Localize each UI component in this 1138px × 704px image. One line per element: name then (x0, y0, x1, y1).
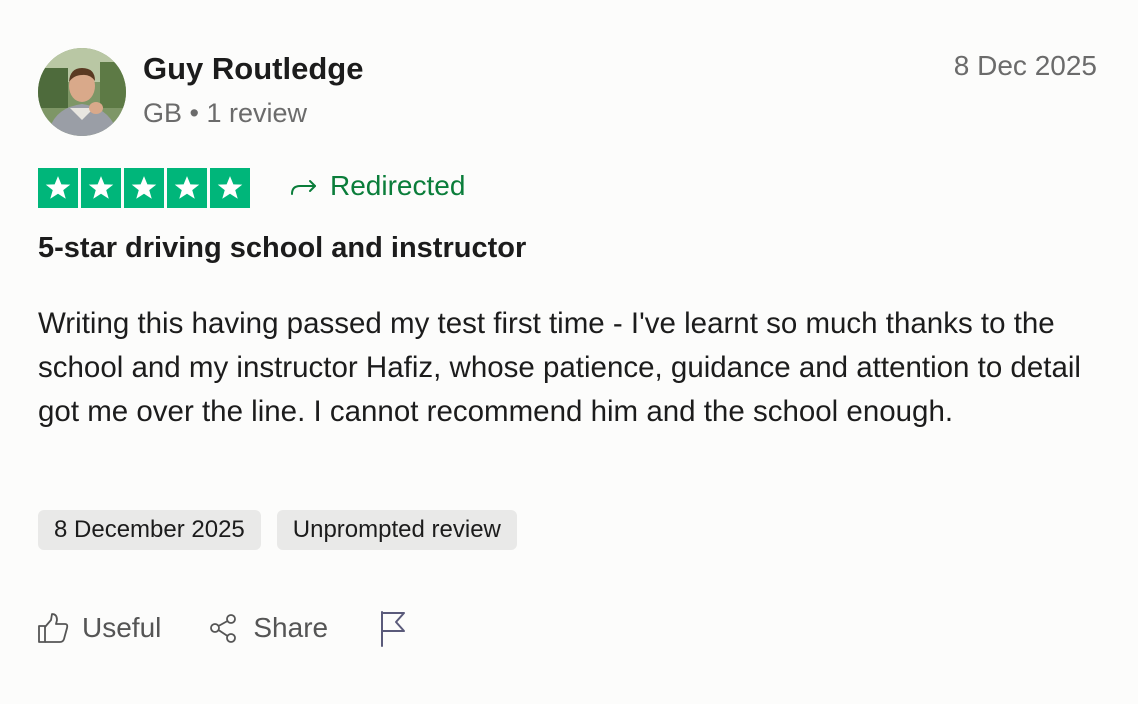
star-rating (38, 168, 250, 208)
star-icon (174, 176, 200, 199)
share-button[interactable]: Share (207, 611, 328, 645)
redirected-label: Redirected (330, 170, 466, 201)
star-icon (131, 176, 157, 199)
flag-icon (376, 608, 410, 648)
unprompted-review-tag[interactable]: Unprompted review (276, 510, 517, 550)
review-date: 8 Dec 2025 (953, 50, 1097, 81)
review-card: Guy Routledge GB • 1 review 8 Dec 2025 R… (0, 0, 1138, 704)
avatar-photo (38, 48, 126, 136)
reviewer-country: GB (143, 98, 183, 128)
review-body: Writing this having passed my test first… (38, 307, 1081, 428)
reviewer-avatar[interactable] (38, 48, 126, 136)
review-title[interactable]: 5-star driving school and instructor (38, 232, 526, 265)
reviewer-name[interactable]: Guy Routledge (143, 51, 363, 87)
star-icon (217, 176, 243, 199)
star-icon (45, 176, 71, 199)
redirected-badge[interactable]: Redirected (288, 170, 465, 202)
redirect-arrow-icon (291, 180, 316, 195)
star-1 (38, 168, 78, 208)
star-2 (81, 168, 121, 208)
review-actions: Useful Share (36, 608, 410, 648)
experience-date-tag: 8 December 2025 (38, 510, 261, 550)
reviewer-review-count: 1 review (206, 98, 308, 128)
review-tags: 8 December 2025 Unprompted review (38, 510, 517, 550)
star-icon (88, 176, 114, 199)
share-icon (207, 611, 241, 645)
useful-button[interactable]: Useful (36, 611, 161, 645)
star-4 (167, 168, 207, 208)
share-label: Share (253, 612, 329, 643)
reviewer-meta: GB • 1 review (143, 98, 307, 129)
report-flag-button[interactable] (376, 608, 410, 648)
thumbs-up-icon (36, 611, 70, 645)
useful-label: Useful (82, 612, 162, 643)
star-3 (124, 168, 164, 208)
meta-separator: • (189, 98, 199, 128)
star-5 (210, 168, 250, 208)
